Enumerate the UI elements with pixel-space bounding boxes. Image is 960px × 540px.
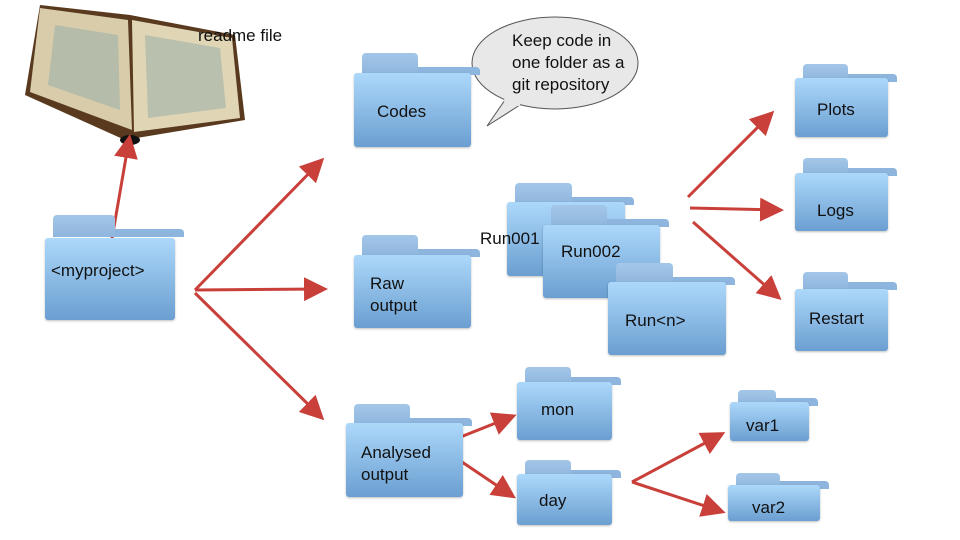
folder-label: Run002 bbox=[561, 242, 621, 261]
folder-codes[interactable]: Codes bbox=[354, 53, 481, 147]
folder-day[interactable]: day bbox=[517, 460, 620, 525]
folder-logs[interactable]: Logs bbox=[795, 158, 896, 231]
bubble-line-2: one folder as a bbox=[512, 53, 625, 72]
folder-label: Codes bbox=[377, 102, 427, 121]
run001-label: Run001 bbox=[480, 229, 540, 248]
bubble-line-3: git repository bbox=[512, 75, 610, 94]
folder-plots[interactable]: Plots bbox=[795, 64, 896, 137]
readme-label: readme file bbox=[198, 26, 283, 45]
arrow-to-var2 bbox=[631, 480, 726, 517]
folder-label: Analysed bbox=[361, 443, 431, 462]
folder-label: var2 bbox=[752, 498, 786, 517]
folder-label: Logs bbox=[817, 201, 854, 220]
bubble-line-1: Keep code in bbox=[512, 31, 612, 50]
folder-mon[interactable]: mon bbox=[517, 367, 620, 440]
folder-label: Restart bbox=[809, 309, 864, 328]
arrow-to-day bbox=[461, 460, 516, 499]
arrow-to-logs bbox=[689, 197, 784, 222]
folder-label: <myproject> bbox=[51, 261, 145, 280]
folder-run-n[interactable]: Run<n> bbox=[608, 263, 735, 355]
folder-var1[interactable]: var1 bbox=[730, 390, 818, 441]
folder-label: Plots bbox=[817, 100, 855, 119]
folder-label: Raw bbox=[370, 274, 405, 293]
folder-label: Run<n> bbox=[625, 311, 686, 330]
folder-raw-output[interactable]: Raw output bbox=[354, 235, 481, 328]
arrow-to-raw bbox=[194, 277, 328, 302]
arrow-to-codes bbox=[193, 157, 325, 292]
folder-label: day bbox=[539, 491, 567, 510]
folder-label: output bbox=[361, 465, 409, 484]
folder-label: output bbox=[370, 296, 418, 315]
folder-restart[interactable]: Restart bbox=[795, 272, 896, 351]
folder-label: mon bbox=[541, 400, 575, 419]
arrow-to-analysed bbox=[193, 291, 325, 421]
folder-var2[interactable]: var2 bbox=[728, 473, 830, 521]
folder-myproject[interactable]: <myproject> bbox=[45, 215, 185, 320]
folder-analysed-output[interactable]: Analysed output bbox=[346, 404, 473, 497]
arrow-to-plots bbox=[686, 110, 775, 199]
folder-label: var1 bbox=[746, 416, 780, 435]
arrow-to-var1 bbox=[631, 432, 726, 484]
